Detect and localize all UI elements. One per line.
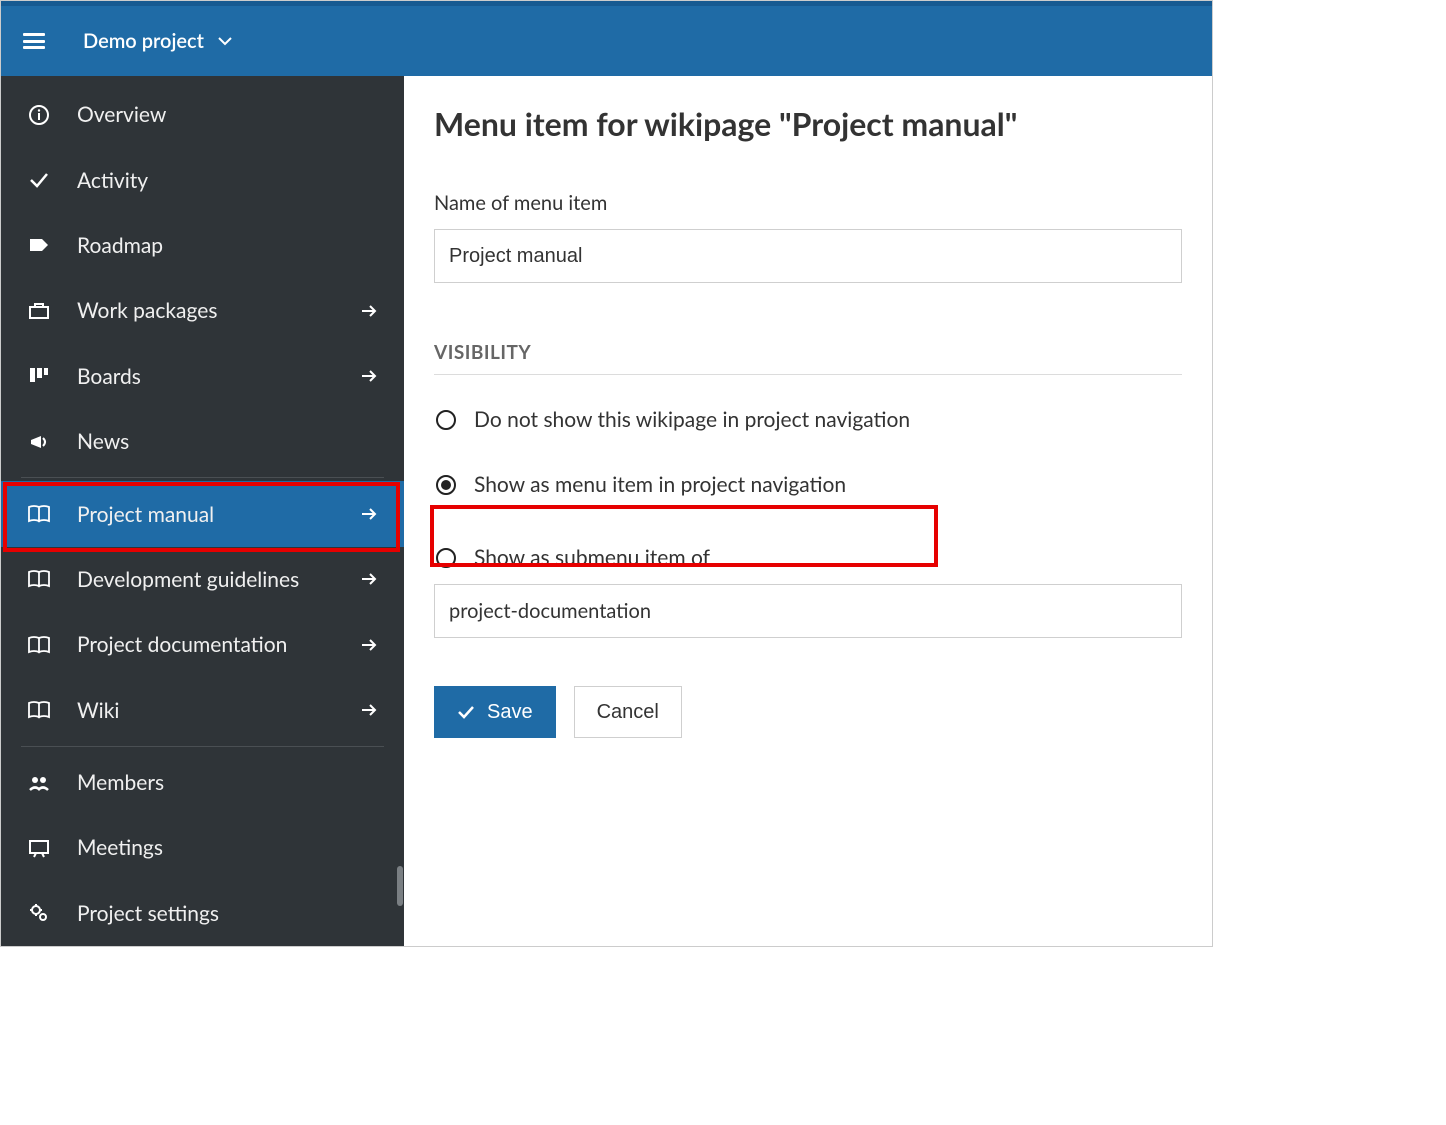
sidebar-item-project-manual[interactable]: Project manual [1, 481, 404, 546]
sidebar-item-work-packages[interactable]: Work packages [1, 278, 404, 343]
sidebar-item-activity[interactable]: Activity [1, 147, 404, 212]
arrow-right-icon [358, 369, 380, 383]
radio-do-not-show[interactable]: Do not show this wikipage in project nav… [434, 401, 1182, 438]
page-title: Menu item for wikipage "Project manual" [434, 104, 1182, 143]
arrow-right-icon [358, 572, 380, 586]
caret-down-icon [218, 37, 232, 46]
radio-label: Show as submenu item of [474, 545, 710, 570]
sidebar-item-label: Boards [77, 364, 358, 389]
project-selector[interactable]: Demo project [83, 29, 232, 53]
book-icon [25, 696, 53, 724]
menu-item-name-input[interactable] [434, 229, 1182, 283]
sidebar-item-label: Wiki [77, 698, 358, 723]
sidebar-resize-handle[interactable] [397, 866, 403, 906]
select-value: project-documentation [449, 599, 651, 623]
sidebar-item-project-documentation[interactable]: Project documentation [1, 612, 404, 677]
sidebar-item-label: Meetings [77, 835, 380, 860]
radio-label: Show as menu item in project navigation [474, 472, 846, 497]
visibility-section-label: VISIBILITY [434, 341, 1182, 364]
sidebar-item-label: Members [77, 770, 380, 795]
book-icon [25, 565, 53, 593]
sidebar-item-news[interactable]: News [1, 409, 404, 474]
members-icon [25, 769, 53, 797]
name-label: Name of menu item [434, 191, 1182, 215]
button-label: Cancel [597, 701, 659, 724]
arrow-right-icon [358, 703, 380, 717]
gears-icon [25, 899, 53, 927]
tag-icon [25, 231, 53, 259]
sidebar-item-label: Project documentation [77, 632, 358, 657]
sidebar-item-roadmap[interactable]: Roadmap [1, 213, 404, 278]
sidebar-item-project-settings[interactable]: Project settings [1, 881, 404, 946]
radio-show-as-submenu[interactable]: Show as submenu item of [434, 539, 1182, 576]
sidebar-item-development-guidelines[interactable]: Development guidelines [1, 547, 404, 612]
sidebar-item-members[interactable]: Members [1, 750, 404, 815]
sidebar-item-label: Activity [77, 168, 380, 193]
sidebar-item-label: Development guidelines [77, 567, 358, 592]
main-content: Menu item for wikipage "Project manual" … [404, 76, 1212, 946]
section-divider [434, 374, 1182, 375]
sidebar-item-meetings[interactable]: Meetings [1, 815, 404, 880]
info-icon [25, 101, 53, 129]
book-icon [25, 500, 53, 528]
project-name: Demo project [83, 29, 204, 53]
check-icon [457, 705, 475, 719]
sidebar-item-wiki[interactable]: Wiki [1, 678, 404, 743]
radio-icon [436, 475, 456, 495]
sidebar-divider [21, 477, 384, 478]
arrow-right-icon [358, 638, 380, 652]
briefcase-icon [25, 297, 53, 325]
hamburger-icon[interactable] [23, 33, 45, 49]
megaphone-icon [25, 428, 53, 456]
save-button[interactable]: Save [434, 686, 556, 738]
meeting-icon [25, 834, 53, 862]
cancel-button[interactable]: Cancel [574, 686, 682, 738]
radio-icon [436, 548, 456, 568]
header-bar: Demo project [1, 6, 1212, 76]
check-icon [25, 166, 53, 194]
button-label: Save [487, 701, 533, 724]
sidebar-item-overview[interactable]: Overview [1, 82, 404, 147]
sidebar-item-label: Overview [77, 102, 380, 127]
sidebar-item-label: Work packages [77, 298, 358, 323]
sidebar-item-label: News [77, 429, 380, 454]
arrow-right-icon [358, 507, 380, 521]
boards-icon [25, 362, 53, 390]
submenu-parent-select[interactable]: project-documentation [434, 584, 1182, 638]
sidebar-divider [21, 746, 384, 747]
sidebar-item-label: Project manual [77, 502, 358, 527]
sidebar-item-label: Roadmap [77, 233, 380, 258]
radio-icon [436, 410, 456, 430]
book-icon [25, 631, 53, 659]
sidebar-item-label: Project settings [77, 901, 380, 926]
sidebar-item-boards[interactable]: Boards [1, 344, 404, 409]
arrow-right-icon [358, 304, 380, 318]
radio-show-as-menu-item[interactable]: Show as menu item in project navigation [434, 466, 1182, 503]
sidebar: Overview Activity Roadmap Work packages [1, 76, 404, 946]
radio-label: Do not show this wikipage in project nav… [474, 407, 910, 432]
